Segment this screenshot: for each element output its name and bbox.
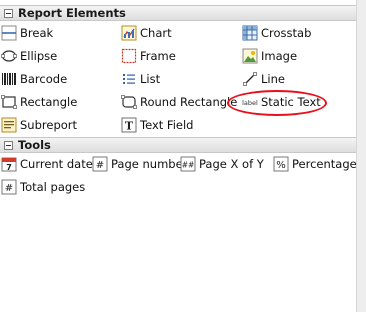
element-round-rectangle[interactable]: Round Rectangle [121,92,237,112]
percent-icon: % [273,156,289,172]
tool-page-number[interactable]: # Page number [92,154,187,174]
list-icon [123,74,135,84]
element-line[interactable]: Line [242,69,285,89]
element-ellipse[interactable]: Ellipse [1,46,57,66]
static-text-icon: label [242,99,258,107]
element-subreport[interactable]: Subreport [1,115,77,135]
break-icon [1,25,17,41]
element-image[interactable]: Image [242,46,297,66]
collapse-toggle-icon[interactable] [4,8,13,18]
panel-scrollbar[interactable] [356,0,366,312]
rectangle-icon [1,95,17,109]
element-static-text[interactable]: label Static Text [242,92,321,112]
svg-text:%: % [276,160,286,171]
crosstab-icon [242,25,258,41]
element-text-field[interactable]: T Text Field [121,115,193,135]
frame-icon [121,48,137,64]
calendar-icon: 7 [1,157,17,172]
collapse-toggle-icon[interactable] [4,140,13,150]
element-list[interactable]: List [121,69,160,89]
round-rectangle-icon [121,95,137,109]
svg-text:label: label [242,99,258,107]
element-frame[interactable]: Frame [121,46,176,66]
barcode-icon [2,73,16,85]
svg-text:7: 7 [6,163,12,172]
element-break[interactable]: Break [1,23,53,43]
palette-panel: Report Elements Break Chart Crosstab Ell… [0,0,357,312]
text-field-icon: T [121,117,137,133]
section-header-report-elements[interactable]: Report Elements [0,5,356,21]
element-chart[interactable]: Chart [121,23,172,43]
section-header-tools[interactable]: Tools [0,137,356,153]
svg-text:#: # [96,160,104,171]
double-hash-icon: ## [180,156,196,172]
tool-total-pages[interactable]: # Total pages [1,177,85,197]
svg-text:#: # [5,183,13,194]
section-title: Tools [18,138,51,152]
element-barcode[interactable]: Barcode [1,69,67,89]
chart-icon [121,25,137,41]
svg-text:##: ## [182,161,195,170]
element-rectangle[interactable]: Rectangle [1,92,77,112]
tool-page-x-of-y[interactable]: ## Page X of Y [180,154,264,174]
image-icon [242,48,258,64]
section-title: Report Elements [18,6,126,20]
line-icon [243,72,257,86]
hash-icon: # [1,179,17,195]
tool-current-date[interactable]: 7 Current date [1,154,93,174]
tool-percentage[interactable]: % Percentage [273,154,357,174]
subreport-icon [1,117,17,133]
hash-icon: # [92,156,108,172]
element-crosstab[interactable]: Crosstab [242,23,311,43]
svg-text:T: T [125,120,134,133]
ellipse-icon [1,50,17,62]
